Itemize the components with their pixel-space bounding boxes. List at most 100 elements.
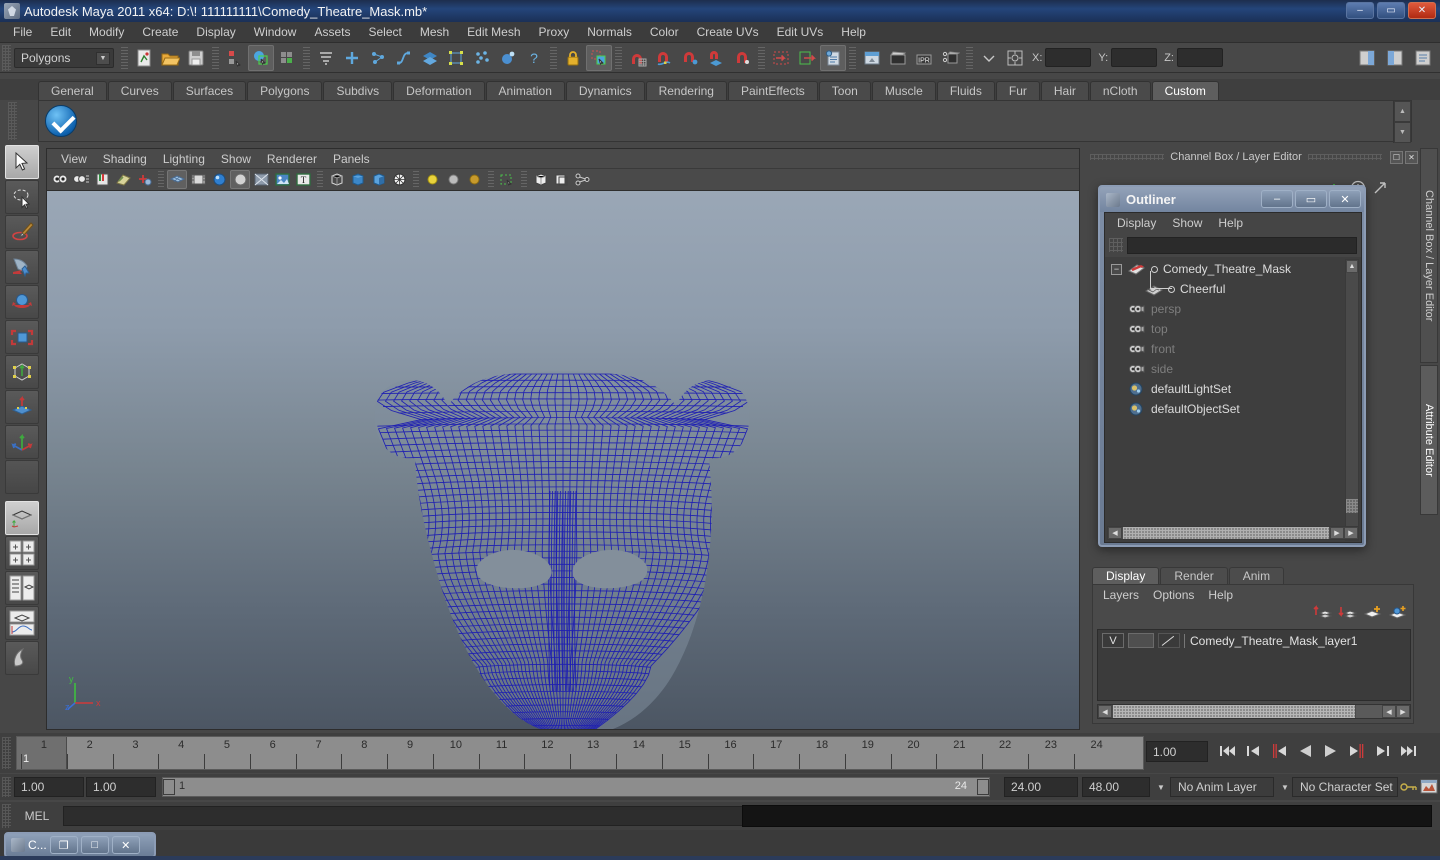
step-forward-key-icon[interactable] — [1346, 740, 1368, 762]
outliner-menu-show[interactable]: Show — [1164, 215, 1210, 231]
move-layer-down-icon[interactable] — [1338, 604, 1358, 623]
shelf-tab-subdivs[interactable]: Subdivs — [323, 81, 393, 100]
expand-collapse-icon[interactable]: − — [1111, 263, 1122, 275]
outliner-node-defaultlightset[interactable]: defaultLightSet — [1107, 379, 1361, 399]
mask-misc-icon[interactable] — [495, 45, 521, 71]
isolate-select-icon[interactable] — [497, 170, 517, 189]
minimize-button[interactable]: – — [1346, 2, 1374, 19]
menu-item-select[interactable]: Select — [359, 23, 410, 41]
outliner-node-cheerful[interactable]: Cheerful — [1107, 279, 1361, 299]
new-layer-from-selected-icon[interactable] — [1388, 604, 1408, 623]
smooth-shade-all-icon[interactable] — [347, 170, 367, 189]
layer-list[interactable]: V Comedy_Theatre_Mask_layer1 — [1097, 629, 1411, 701]
mask-faces-icon[interactable] — [417, 45, 443, 71]
outliner-search-input[interactable] — [1127, 236, 1357, 254]
render-settings-icon[interactable] — [937, 45, 963, 71]
range-slider-grip[interactable] — [2, 777, 11, 797]
layer-playback-toggle[interactable] — [1128, 633, 1154, 648]
animation-start-time-field[interactable]: 1.00 — [14, 777, 84, 797]
outliner-menu-display[interactable]: Display — [1109, 215, 1164, 231]
show-manipulator-tool[interactable] — [5, 425, 39, 459]
shelf-tab-hair[interactable]: Hair — [1040, 81, 1089, 100]
menu-item-modify[interactable]: Modify — [80, 23, 133, 41]
wireframe-on-shaded-icon[interactable] — [389, 170, 409, 189]
single-perspective-layout[interactable] — [5, 501, 39, 535]
current-time-field[interactable]: 1.00 — [1146, 741, 1208, 762]
two-d-pan-zoom-icon[interactable] — [134, 170, 154, 189]
text-toggle-icon[interactable]: T — [293, 170, 313, 189]
layer-menu-help[interactable]: Help — [1201, 587, 1240, 603]
outliner-close-button[interactable]: ✕ — [1329, 190, 1361, 208]
range-slider-bar[interactable]: 1 24 — [162, 777, 990, 797]
outliner-node-comedy_theatre_mask[interactable]: − Comedy_Theatre_Mask — [1107, 259, 1361, 279]
scroll-right-page-icon[interactable]: ▶ — [1396, 705, 1410, 718]
resolution-gate-icon[interactable] — [209, 170, 229, 189]
outliner-node-top[interactable]: top — [1107, 319, 1361, 339]
close-icon[interactable]: ✕ — [1405, 150, 1418, 164]
menu-set-selector[interactable]: Polygons ▼ — [14, 47, 114, 68]
maximize-button[interactable]: ▭ — [1377, 2, 1405, 19]
output-connections-icon[interactable] — [794, 45, 820, 71]
film-gate-icon[interactable] — [188, 170, 208, 189]
outliner-maximize-button[interactable]: ▭ — [1295, 190, 1327, 208]
input-connections-icon[interactable] — [768, 45, 794, 71]
outliner-node-defaultobjectset[interactable]: defaultObjectSet — [1107, 399, 1361, 419]
help-icon[interactable]: ? — [521, 45, 547, 71]
snap-grid-icon[interactable] — [625, 45, 651, 71]
blue-checkmark-icon[interactable] — [45, 105, 77, 137]
use-default-light-icon[interactable] — [422, 170, 442, 189]
show-channel-box-icon[interactable] — [1410, 45, 1436, 71]
menu-item-edit-mesh[interactable]: Edit Mesh — [458, 23, 529, 41]
render-current-frame-icon[interactable] — [885, 45, 911, 71]
animation-end-time-field[interactable]: 48.00 — [1082, 777, 1150, 797]
gate-mask-icon[interactable] — [230, 170, 250, 189]
layer-list-horizontal-scrollbar[interactable]: ◀ ◀ ▶ — [1097, 704, 1411, 719]
four-view-layout[interactable] — [5, 536, 39, 570]
select-by-component-icon[interactable] — [274, 45, 300, 71]
scroll-right-icon[interactable]: ▶ — [1330, 527, 1344, 539]
construction-history-icon[interactable] — [820, 44, 846, 71]
use-all-lights-icon[interactable] — [443, 170, 463, 189]
viewport-menu-shading[interactable]: Shading — [95, 151, 155, 167]
menu-item-assets[interactable]: Assets — [305, 23, 359, 41]
menu-item-normals[interactable]: Normals — [578, 23, 641, 41]
shelf-tab-custom[interactable]: Custom — [1151, 81, 1219, 100]
character-set-selector[interactable]: No Character Set — [1292, 777, 1398, 797]
scroll-left-icon[interactable]: ◀ — [1098, 705, 1112, 718]
image-plane-icon[interactable] — [113, 170, 133, 189]
lock-icon[interactable] — [560, 45, 586, 71]
menu-item-proxy[interactable]: Proxy — [530, 23, 579, 41]
close-button[interactable]: ✕ — [1408, 2, 1436, 19]
range-end-time-field[interactable]: 24.00 — [1004, 777, 1078, 797]
universal-manipulator-tool[interactable] — [5, 355, 39, 389]
outliner-node-front[interactable]: front — [1107, 339, 1361, 359]
taskbar-close-button[interactable]: ✕ — [111, 836, 140, 854]
menu-item-display[interactable]: Display — [187, 23, 244, 41]
outliner-tree[interactable]: − Comedy_Theatre_Mask Cheerful persp top fron… — [1107, 259, 1361, 541]
snap-view-plane-icon[interactable] — [703, 45, 729, 71]
command-line-grip[interactable] — [2, 804, 11, 828]
new-scene-icon[interactable] — [131, 45, 157, 71]
step-back-frame-icon[interactable] — [1242, 740, 1264, 762]
mask-particles-icon[interactable] — [469, 45, 495, 71]
shelf-tab-fluids[interactable]: Fluids — [936, 81, 995, 100]
scroll-up-icon[interactable]: ▲ — [1346, 260, 1358, 273]
snap-curve-icon[interactable] — [651, 45, 677, 71]
scroll-right-page-icon[interactable]: ▶ — [1344, 527, 1358, 539]
shelf-tab-painteffects[interactable]: PaintEffects — [727, 81, 818, 100]
menu-item-create-uvs[interactable]: Create UVs — [688, 23, 768, 41]
x-coord-field[interactable] — [1045, 48, 1092, 67]
scroll-thumb[interactable] — [1123, 527, 1329, 539]
soft-modification-tool[interactable] — [5, 390, 39, 424]
camera-attributes-icon[interactable] — [71, 170, 91, 189]
shadows-icon[interactable] — [464, 170, 484, 189]
step-forward-frame-icon[interactable] — [1372, 740, 1394, 762]
chevron-down-icon[interactable]: ▼ — [96, 51, 110, 65]
layer-type-icon[interactable] — [1158, 633, 1180, 648]
lasso-select-tool[interactable] — [5, 180, 39, 214]
outliner-horizontal-scrollbar[interactable]: ◀ ▶ ▶ — [1107, 526, 1359, 540]
xray-joints-icon[interactable] — [551, 170, 571, 189]
component-mask-icon[interactable] — [313, 45, 339, 71]
menu-item-window[interactable]: Window — [245, 23, 306, 41]
layer-menu-layers[interactable]: Layers — [1096, 587, 1146, 603]
